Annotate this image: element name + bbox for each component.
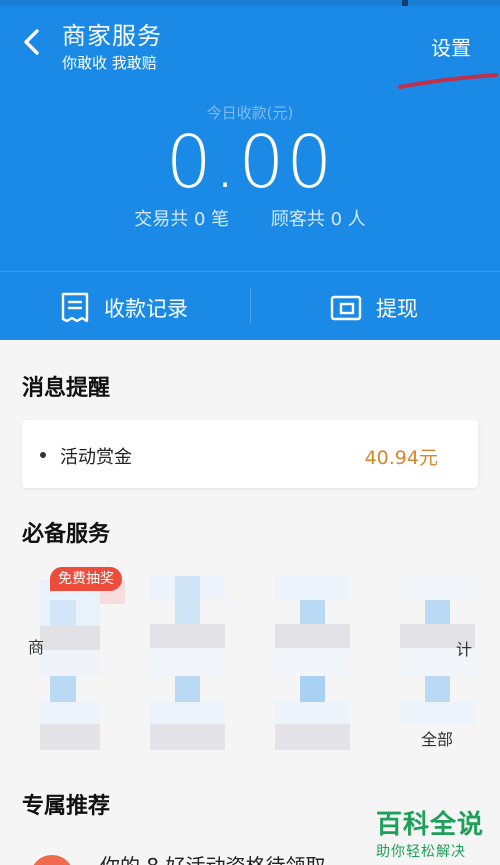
recommend-avatar (30, 855, 74, 865)
wallet-icon (330, 295, 362, 321)
watermark-slogan: 助你轻松解决 (376, 844, 466, 860)
bullet-icon (40, 452, 46, 458)
recommend-item-text[interactable]: 你的 8 好活动资格待领取 (100, 850, 325, 865)
messages-section-title: 消息提醒 (22, 376, 111, 401)
status-bar (0, 0, 500, 6)
receipt-icon (61, 292, 89, 323)
watermark: 百科全说 助你轻松解决 (376, 804, 484, 861)
service-label: 全部 (421, 730, 454, 749)
withdraw-button[interactable]: 提现 (330, 288, 418, 328)
settings-button[interactable]: 设置 (431, 32, 471, 61)
services-section-title: 必备服务 (22, 522, 111, 547)
page-title: 商家服务 (62, 22, 162, 50)
message-amount: 40.94元 (364, 447, 438, 469)
free-lottery-badge: 免费抽奖 (50, 567, 122, 591)
service-tile[interactable] (150, 576, 225, 750)
payment-records-button[interactable]: 收款记录 (60, 288, 188, 328)
chevron-left-icon (24, 29, 39, 55)
page-subtitle: 你敢收 我敢赔 (62, 54, 157, 72)
stats-row: 交易共 0 笔 顾客共 0 人 (0, 205, 500, 231)
divider (0, 271, 500, 272)
customer-count: 顾客共 0 人 (270, 209, 366, 230)
signal-icon (402, 0, 408, 6)
service-tile[interactable] (40, 580, 100, 750)
back-button[interactable] (20, 28, 44, 56)
transaction-count: 交易共 0 笔 (134, 209, 230, 230)
service-tile[interactable] (275, 576, 350, 750)
red-underline-mark (398, 73, 498, 89)
message-label: 活动赏金 (60, 447, 132, 468)
divider (250, 288, 251, 324)
recommend-section-title: 专属推荐 (22, 794, 111, 819)
service-tile[interactable] (400, 576, 475, 750)
service-label: 计 (456, 640, 473, 659)
watermark-logo-text: 百科全说 (376, 810, 485, 840)
service-label: 商 (28, 638, 45, 657)
today-income-amount: 0.00 (165, 120, 335, 204)
payment-records-label: 收款记录 (104, 297, 188, 321)
message-item[interactable]: 活动赏金 40.94元 (22, 420, 478, 488)
withdraw-label: 提现 (376, 297, 418, 321)
